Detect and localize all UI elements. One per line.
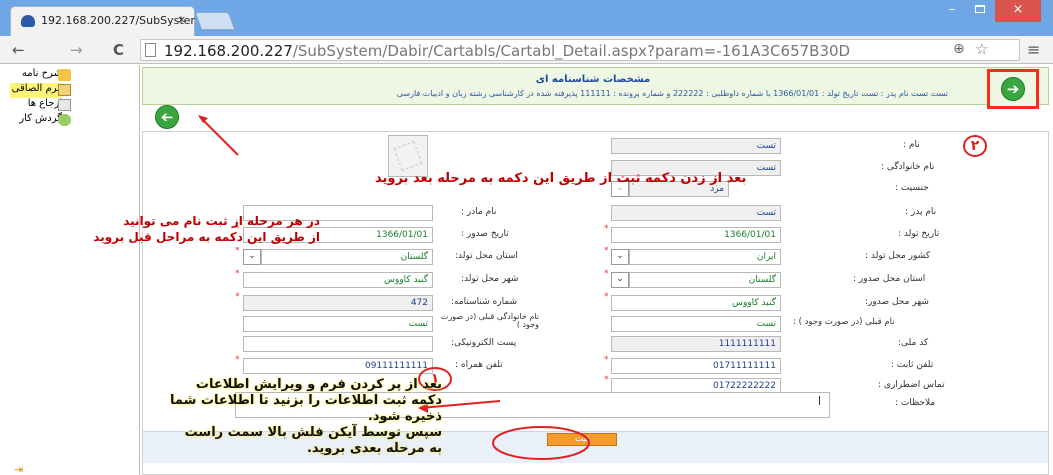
browser-menu-icon[interactable]: ≡ — [1027, 40, 1040, 59]
annotation-line: به مرحله بعدی بروید. — [306, 441, 442, 456]
maximize-icon — [975, 5, 985, 13]
submit-highlight-circle — [492, 426, 590, 460]
annotation-line: ذخیره شود. — [367, 409, 442, 424]
annotation-overlay — [198, 115, 590, 460]
annotation-line: در هر مرحله از ثبت نام می توانید — [123, 214, 320, 228]
back-icon[interactable]: ← — [12, 41, 25, 59]
address-url[interactable]: 192.168.200.227/SubSystem/Dabir/Cartabls… — [164, 42, 850, 60]
reload-icon[interactable]: C — [113, 41, 124, 59]
tab-title: 192.168.200.227/SubSyster — [41, 14, 195, 27]
zoom-icon[interactable]: ⊕ — [953, 41, 965, 57]
annotation-line: سپس توسط آیکن فلش بالا سمت راست — [184, 425, 442, 440]
close-window-button[interactable]: × — [995, 0, 1041, 22]
annotation-line: از طریق این دکمه به مراحل قبل بروید — [93, 230, 320, 244]
browser-toolbar: ← → C 192.168.200.227/SubSystem/Dabir/Ca… — [0, 36, 1053, 64]
annotation-line: دکمه ثبت اطلاعات را بزنید تا اطلاعات شما — [169, 393, 442, 408]
left-arrowhead-icon — [198, 115, 208, 123]
new-tab-button[interactable] — [194, 12, 236, 30]
maximize-button[interactable] — [967, 0, 993, 22]
annotation-submit-instructions: بعد از پر کردن فرم و ویرایش اطلاعات دکمه… — [169, 377, 442, 457]
browser-titlebar: 192.168.200.227/SubSyster × – × — [0, 0, 1053, 36]
url-path: /SubSystem/Dabir/Cartabls/Cartabl_Detail… — [292, 42, 851, 60]
address-bar[interactable]: 192.168.200.227/SubSystem/Dabir/Cartabls… — [140, 39, 1020, 61]
page: شرح نامه فرم الصاقی ارجاع ها گردش کار ⇥ … — [0, 65, 1053, 475]
tab-close-icon[interactable]: × — [177, 13, 186, 26]
minimize-button[interactable]: – — [939, 0, 965, 22]
annotation-line: بعد از پر کردن فرم و ویرایش اطلاعات — [195, 377, 442, 392]
left-annotation-arrow — [199, 116, 239, 156]
favicon-icon — [21, 15, 35, 27]
annotation-number-2: ۲ — [963, 135, 987, 157]
annotation-next-step: بعد از زدن دکمه ثبت از طریق این دکمه به … — [375, 171, 747, 186]
url-host: 192.168.200.227 — [164, 42, 293, 60]
annotation-previous-step: در هر مرحله از ثبت نام می توانید از طریق… — [10, 213, 320, 245]
page-icon — [145, 43, 156, 57]
browser-tab[interactable]: 192.168.200.227/SubSyster × — [10, 6, 195, 36]
bookmark-star-icon[interactable]: ☆ — [975, 40, 988, 58]
screen: 192.168.200.227/SubSyster × – × ← → C 19… — [0, 0, 1053, 475]
forward-icon[interactable]: → — [70, 41, 83, 59]
